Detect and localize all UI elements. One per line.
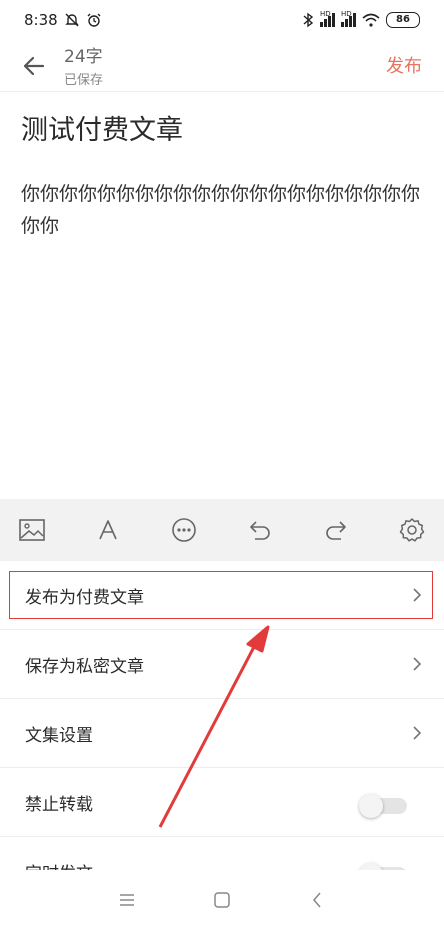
article-body[interactable]: 你你你你你你你你你你你你你你你你你你你你你你你: [21, 178, 425, 242]
notifications-off-icon: [64, 13, 79, 27]
insert-image-button[interactable]: [14, 512, 50, 548]
menu-icon: [120, 894, 135, 906]
redo-button[interactable]: [318, 512, 354, 548]
chevron-right-icon: [413, 657, 422, 671]
home-nav-button[interactable]: [207, 885, 237, 915]
chevron-left-icon: [312, 892, 321, 908]
status-left: 8:38: [24, 11, 102, 29]
battery-indicator: 86: [386, 12, 420, 28]
row-label: 禁止转载: [25, 794, 93, 815]
signal-badge: HD: [320, 10, 331, 18]
word-count: 24字: [64, 47, 103, 67]
chevron-right-icon: [413, 726, 422, 740]
editor-header: 24字 已保存 发布: [0, 40, 444, 92]
image-icon: [19, 519, 45, 541]
back-button[interactable]: [18, 50, 50, 82]
arrow-left-icon: [23, 56, 45, 76]
settings-button[interactable]: [394, 512, 430, 548]
article-title[interactable]: 测试付费文章: [21, 108, 183, 147]
toggle-knob: [359, 794, 383, 818]
settings-icon: [399, 518, 425, 542]
menu-nav-button[interactable]: [112, 885, 142, 915]
system-nav-bar: [0, 870, 444, 930]
font-icon: [99, 520, 117, 540]
wifi-icon: [362, 13, 380, 27]
status-time: 8:38: [24, 11, 58, 29]
more-options-button[interactable]: [166, 512, 202, 548]
row-label: 保存为私密文章: [25, 656, 144, 677]
collection-settings-option[interactable]: 文集设置: [0, 699, 444, 768]
alarm-icon: [87, 13, 101, 27]
save-status: 已保存: [64, 73, 104, 88]
publish-button[interactable]: 发布: [386, 52, 422, 78]
signal-icon: HD: [320, 10, 335, 27]
no-repost-toggle[interactable]: [359, 794, 407, 818]
more-icon: [172, 518, 196, 542]
no-repost-option: 禁止转载: [0, 768, 444, 837]
signal-icon: HD: [341, 10, 356, 27]
row-label: 文集设置: [25, 725, 93, 746]
square-icon: [214, 892, 230, 908]
status-bar: 8:38 HD HD 86: [0, 0, 444, 40]
private-article-option[interactable]: 保存为私密文章: [0, 630, 444, 699]
redo-icon: [326, 521, 346, 540]
annotation-highlight-box: [9, 571, 433, 619]
formatting-toolbar: [0, 499, 444, 561]
bluetooth-icon: [303, 12, 314, 28]
undo-button[interactable]: [242, 512, 278, 548]
signal-badge: HD: [341, 10, 352, 18]
back-nav-button[interactable]: [302, 885, 332, 915]
status-right: HD HD 86: [302, 10, 420, 28]
text-format-button[interactable]: [90, 512, 126, 548]
undo-icon: [250, 521, 270, 540]
